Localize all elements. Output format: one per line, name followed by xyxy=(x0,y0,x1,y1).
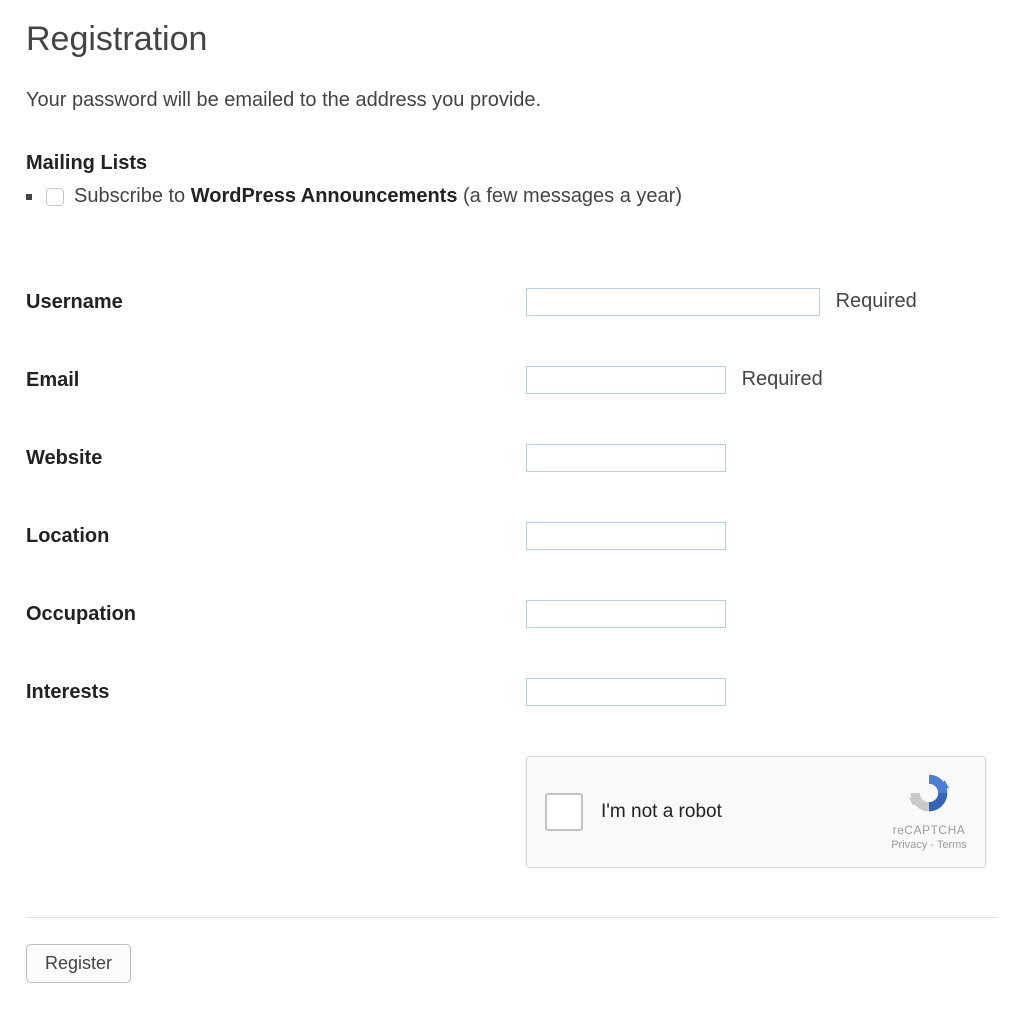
bullet-icon xyxy=(26,194,32,200)
recaptcha-checkbox[interactable] xyxy=(545,793,583,831)
input-location[interactable] xyxy=(526,522,726,550)
subscribe-label-prefix: Subscribe to xyxy=(74,185,191,207)
label-website: Website xyxy=(26,419,526,497)
register-button[interactable]: Register xyxy=(26,944,131,983)
recaptcha-terms-link[interactable]: Terms xyxy=(937,839,967,851)
label-occupation: Occupation xyxy=(26,575,526,653)
intro-text: Your password will be emailed to the add… xyxy=(26,89,998,112)
label-interests: Interests xyxy=(26,653,526,731)
recaptcha-widget: I'm not a robot reCAPTCHA Privacy - Term… xyxy=(526,756,986,868)
required-username: Required xyxy=(836,290,917,312)
mailing-lists-heading: Mailing Lists xyxy=(26,152,998,175)
mailing-list-item: Subscribe to WordPress Announcements (a … xyxy=(26,185,998,208)
recaptcha-label: I'm not a robot xyxy=(601,801,722,823)
recaptcha-links[interactable]: Privacy - Terms xyxy=(891,839,967,851)
subscribe-label-suffix: (a few messages a year) xyxy=(457,185,682,207)
row-email: Email Required xyxy=(26,341,998,419)
row-interests: Interests xyxy=(26,653,998,731)
label-email: Email xyxy=(26,341,526,419)
subscribe-label: Subscribe to WordPress Announcements (a … xyxy=(74,185,682,208)
recaptcha-icon xyxy=(907,771,951,815)
subscribe-label-bold: WordPress Announcements xyxy=(191,185,458,207)
label-username: Username xyxy=(26,263,526,341)
row-location: Location xyxy=(26,497,998,575)
recaptcha-brand: reCAPTCHA xyxy=(891,823,967,837)
row-username: Username Required xyxy=(26,263,998,341)
row-website: Website xyxy=(26,419,998,497)
input-interests[interactable] xyxy=(526,678,726,706)
row-recaptcha: I'm not a robot reCAPTCHA Privacy - Term… xyxy=(26,731,998,893)
input-username[interactable] xyxy=(526,288,820,316)
input-email[interactable] xyxy=(526,366,726,394)
input-website[interactable] xyxy=(526,444,726,472)
subscribe-checkbox[interactable] xyxy=(46,188,64,206)
registration-form: Username Required Email Required Website… xyxy=(26,263,998,893)
input-occupation[interactable] xyxy=(526,600,726,628)
label-location: Location xyxy=(26,497,526,575)
required-email: Required xyxy=(742,368,823,390)
recaptcha-privacy-link[interactable]: Privacy xyxy=(891,839,927,851)
separator xyxy=(26,917,998,918)
row-occupation: Occupation xyxy=(26,575,998,653)
page-title: Registration xyxy=(26,20,998,59)
